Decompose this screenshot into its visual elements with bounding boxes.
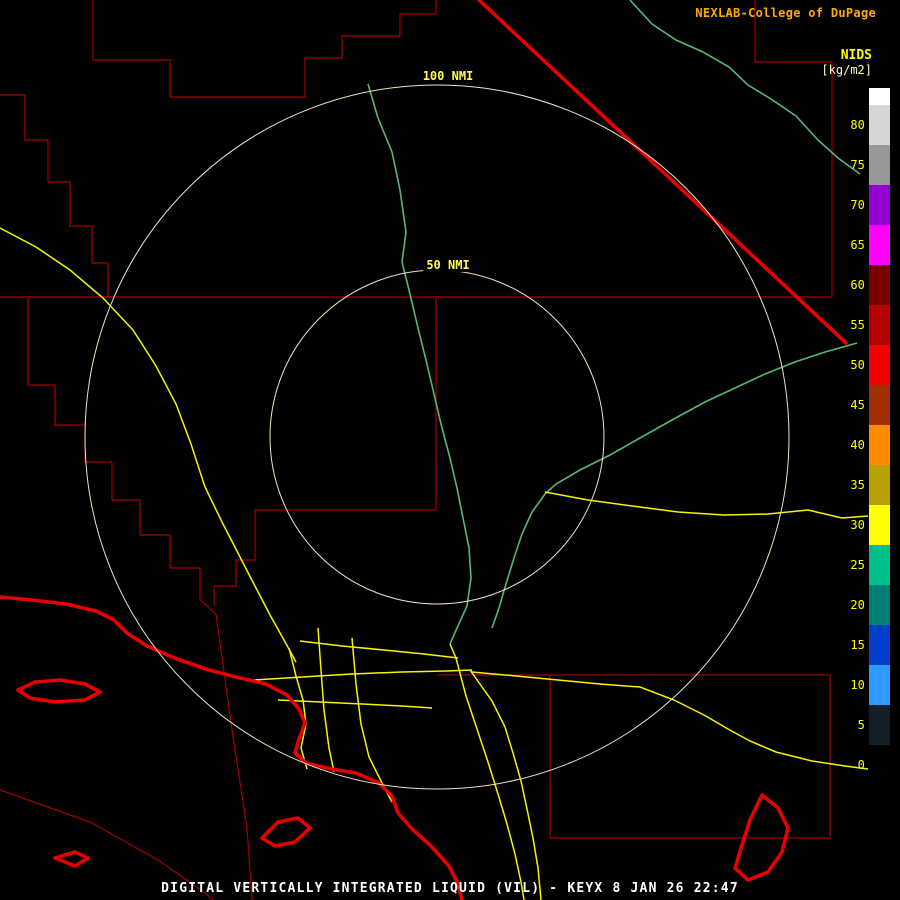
colorbar-segment: 25 [836, 545, 890, 585]
island-outline [55, 852, 88, 866]
colorbar-swatch [869, 705, 890, 745]
colorbar-segment: 60 [836, 265, 890, 305]
radar-display: NEXLAB-College of DuPage NIDS [kg/m2] 50… [0, 0, 900, 900]
highway [470, 670, 541, 900]
colorbar-swatch [869, 145, 890, 185]
colorbar-swatch [869, 185, 890, 225]
river [368, 84, 471, 644]
river [492, 343, 857, 628]
colorbar-tick-label: 25 [836, 545, 869, 585]
river [630, 0, 860, 174]
state-line-and-coastline [0, 0, 846, 900]
colorbar-swatch [869, 225, 890, 265]
county-line [0, 95, 108, 297]
colorbar-tick-label: 65 [836, 225, 869, 265]
colorbar-swatch [869, 265, 890, 305]
colorbar-tick-label: 40 [836, 425, 869, 465]
cod-logo-icon [0, 4, 16, 18]
colorbar-segment: 10 [836, 665, 890, 705]
county-line [214, 297, 436, 606]
colorbar-segment: 35 [836, 465, 890, 505]
product-caption: DIGITAL VERTICALLY INTEGRATED LIQUID (VI… [0, 881, 900, 896]
colorbar-segment: 70 [836, 185, 890, 225]
colorbar-tick-label: 75 [836, 145, 869, 185]
colorbar-segment: 80 [836, 105, 890, 145]
highway [278, 700, 432, 708]
county-line [755, 0, 832, 297]
colorbar-tick-label [836, 88, 869, 105]
radar-map [0, 0, 900, 900]
colorbar-swatch [869, 745, 890, 785]
range-ring-label-100: 100 NMI [420, 69, 477, 83]
colorbar-tick-label: 70 [836, 185, 869, 225]
range-ring-50nmi [270, 270, 604, 604]
colorbar-segment: 40 [836, 425, 890, 465]
colorbar-segment [836, 88, 890, 105]
island-outline [18, 680, 100, 702]
colorbar-segment: 20 [836, 585, 890, 625]
colorbar-tick-label: 30 [836, 505, 869, 545]
county-line [28, 297, 252, 900]
county-line [437, 675, 830, 838]
colorbar-tick-label: 50 [836, 345, 869, 385]
colorbar-segment: 45 [836, 385, 890, 425]
colorbar-segment: 30 [836, 505, 890, 545]
highway [472, 672, 868, 769]
highway [0, 228, 296, 662]
highway [352, 638, 392, 802]
colorbar-segment: 75 [836, 145, 890, 185]
product-code-label: NIDS [841, 48, 872, 63]
highway-lines [0, 228, 868, 900]
colorbar-segment: 50 [836, 345, 890, 385]
highway [318, 628, 334, 772]
colorbar-swatch [869, 425, 890, 465]
colorbar-segment: 0 [836, 745, 890, 785]
island-outline [262, 818, 310, 846]
colorbar-segment: 5 [836, 705, 890, 745]
colorbar-tick-label: 80 [836, 105, 869, 145]
colorbar-swatch [869, 465, 890, 505]
colorbar-tick-label: 5 [836, 705, 869, 745]
colorbar-swatch [869, 385, 890, 425]
county-line [93, 0, 436, 97]
state-boundary-line [479, 0, 846, 343]
colorbar-swatch [869, 345, 890, 385]
colorbar-tick-label: 35 [836, 465, 869, 505]
county-boundaries [0, 0, 832, 900]
colorbar-tick-label: 10 [836, 665, 869, 705]
colorbar-tick-label: 45 [836, 385, 869, 425]
site-title: NEXLAB-College of DuPage [695, 6, 876, 20]
colorbar-swatch [869, 585, 890, 625]
colorbar-swatch [869, 305, 890, 345]
range-ring-label-50: 50 NMI [423, 258, 472, 272]
highway [300, 641, 458, 658]
colorbar-tick-label: 55 [836, 305, 869, 345]
colorbar-swatch [869, 625, 890, 665]
colorbar-tick-label: 60 [836, 265, 869, 305]
colorbar-segment: 15 [836, 625, 890, 665]
colorbar-segment: 55 [836, 305, 890, 345]
units-label: [kg/m2] [821, 63, 872, 77]
colorbar-swatch [869, 665, 890, 705]
colorbar-tick-label: 0 [836, 745, 869, 785]
river-lines [368, 0, 860, 644]
colorbar-swatch [869, 105, 890, 145]
colorbar-tick-label: 20 [836, 585, 869, 625]
colorbar-swatch [869, 545, 890, 585]
colorbar-tick-label: 15 [836, 625, 869, 665]
colorbar-swatch [869, 505, 890, 545]
colorbar-swatch [869, 88, 890, 105]
highway [450, 644, 524, 900]
colorbar-segment: 65 [836, 225, 890, 265]
colorbar-scale: 80757065605550454035302520151050 [836, 88, 890, 785]
